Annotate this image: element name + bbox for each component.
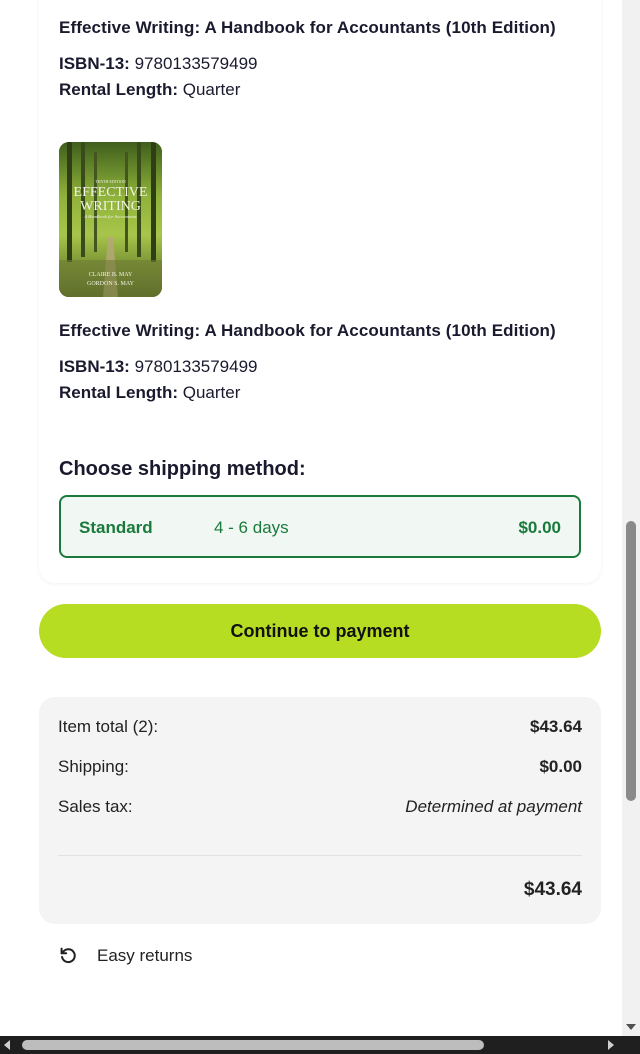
checkout-page: Effective Writing: A Handbook for Accoun… [0,0,622,1036]
isbn-value: 9780133579499 [134,357,258,376]
vertical-scrollbar[interactable] [622,0,640,1036]
horizontal-scrollbar-thumb[interactable] [22,1040,484,1050]
order-total: $43.64 [523,879,582,900]
cover-author-2: GORDON S. MAY [87,281,135,287]
scrollbar-corner [622,1036,640,1054]
shipping-label: Shipping: [58,757,129,776]
rental-value: Quarter [182,80,241,99]
easy-returns-label: Easy returns [97,946,193,965]
cover-edition-text: TENTH EDITION [95,179,125,184]
sales-tax-label: Sales tax: [58,797,133,816]
cover-title-line1: EFFECTIVE [74,185,148,200]
cover-title-line2: WRITING [80,199,141,214]
easy-returns-link[interactable]: Easy returns [57,944,192,968]
summary-divider [58,855,582,856]
shipping-option-name: Standard [79,518,153,537]
horizontal-scrollbar[interactable] [0,1036,640,1054]
isbn-label: ISBN-13: [59,54,130,73]
shipping-option-standard[interactable]: Standard 4 - 6 days $0.00 [59,495,581,558]
order-summary: Item total (2): $43.64 Shipping: $0.00 S… [39,697,601,924]
rental-label: Rental Length: [59,383,178,402]
rental-label: Rental Length: [59,80,178,99]
item-total-label: Item total (2): [58,717,159,736]
item-title: Effective Writing: A Handbook for Accoun… [59,18,556,37]
item-isbn: ISBN-13: 9780133579499 [59,54,258,74]
cover-subtitle: A Handbook for Accountants [83,214,136,219]
vertical-scrollbar-thumb[interactable] [626,521,636,801]
rental-value: Quarter [182,383,241,402]
scroll-left-arrow-icon[interactable] [4,1040,10,1050]
scroll-down-arrow-icon[interactable] [626,1024,636,1030]
book-cover-image: TENTH EDITION EFFECTIVE WRITING A Handbo… [59,142,162,297]
shipping-option-days: 4 - 6 days [214,518,289,537]
shipping-option-price: $0.00 [518,518,561,537]
item-rental-length: Rental Length: Quarter [59,383,240,403]
continue-to-payment-button[interactable]: Continue to payment [39,604,601,658]
cover-author-1: CLAIRE B. MAY [89,272,133,278]
isbn-label: ISBN-13: [59,357,130,376]
item-total-value: $43.64 [530,717,582,736]
item-title: Effective Writing: A Handbook for Accoun… [59,321,556,340]
shipping-method-heading: Choose shipping method: [59,458,306,480]
book-cover-art: TENTH EDITION EFFECTIVE WRITING A Handbo… [59,142,162,297]
item-rental-length: Rental Length: Quarter [59,80,240,100]
sales-tax-value: Determined at payment [405,797,582,816]
scroll-right-arrow-icon[interactable] [608,1040,614,1050]
isbn-value: 9780133579499 [134,54,258,73]
item-isbn: ISBN-13: 9780133579499 [59,357,258,377]
shipping-value: $0.00 [539,757,582,776]
undo-icon [57,945,79,967]
